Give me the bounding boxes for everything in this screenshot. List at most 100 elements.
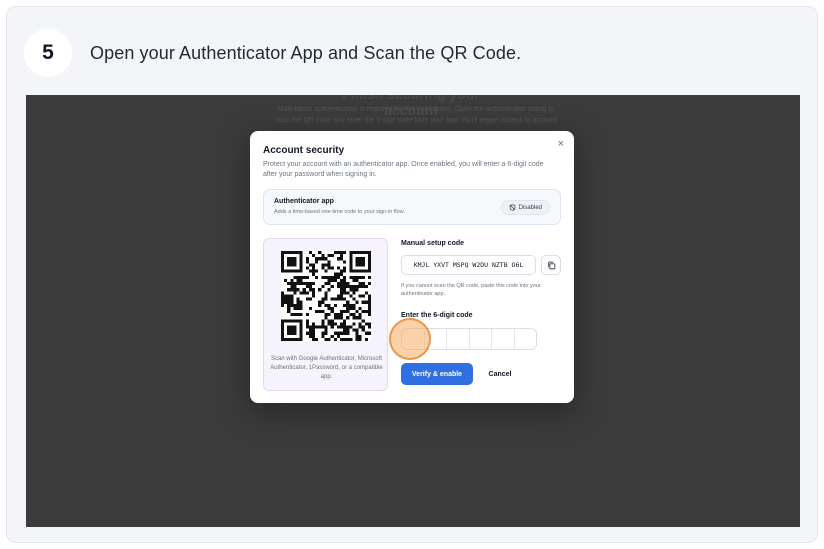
qr-module [281,269,285,273]
cancel-button[interactable]: Cancel [480,363,520,385]
qr-module [355,260,359,264]
qr-module [321,285,325,289]
qr-module [281,331,285,335]
qr-module [349,288,353,292]
dialog-description: Protect your account with an authenticat… [263,161,544,178]
qr-module [358,337,362,341]
qr-module [315,309,319,314]
qr-module [352,285,356,289]
qr-module [367,322,371,326]
qr-module [355,309,359,314]
qr-module [336,294,340,298]
code-digit-input[interactable] [424,329,447,349]
qr-module [343,337,347,341]
verify-enable-button[interactable]: Verify & enable [401,363,473,385]
qr-module [299,263,303,267]
qr-module [305,313,309,317]
qr-module [327,319,331,323]
qr-module [305,297,309,301]
qr-module [346,309,350,314]
qr-module [315,337,319,341]
qr-module [352,313,356,317]
copy-code-button[interactable] [541,255,561,275]
qr-module [330,297,334,301]
qr-module [343,309,347,314]
code-digit-input[interactable] [492,329,515,349]
code-digit-input[interactable] [469,329,492,349]
qr-module [287,282,291,286]
qr-module [364,269,368,273]
qr-module [367,297,371,301]
qr-module [305,266,309,270]
qr-module [281,291,285,295]
authenticator-subtitle: Adds a time-based one-time code to your … [274,209,405,215]
qr-module [349,257,353,261]
code-digit-input[interactable] [514,329,536,349]
qr-module [312,325,316,329]
qr-module [290,294,294,298]
qr-module [299,306,303,310]
qr-module [287,297,291,301]
qr-module [287,288,291,292]
qr-module [293,319,297,323]
qr-module [290,319,294,323]
qr-module [312,328,316,332]
manual-setup-code[interactable]: KMJL YXVT MSPQ W2DU NZTB O6L [401,255,536,275]
qr-module [290,260,294,264]
qr-module [336,297,340,301]
qr-module [290,325,294,329]
qr-module [339,294,344,298]
qr-module [336,334,340,338]
qr-module [308,328,313,332]
qr-module [305,275,309,279]
qr-module [349,260,353,264]
qr-module [346,285,350,289]
qr-module [281,297,285,301]
step-number-badge: 5 [24,29,72,77]
close-icon[interactable]: × [558,138,564,150]
status-badge-label: Disabled [518,204,542,211]
qr-module [330,285,334,289]
qr-module [281,260,285,264]
qr-module [290,278,294,283]
code-digit-input[interactable] [402,329,425,349]
qr-module [296,251,300,255]
qr-module [308,282,313,286]
qr-module [355,285,359,289]
qr-module [355,337,359,341]
qr-module [349,325,353,329]
qr-module [321,266,325,270]
qr-module [346,303,350,307]
qr-module [290,257,294,261]
qr-module [327,337,331,341]
qr-module [324,282,328,286]
qr-module [330,322,334,326]
qr-module [324,275,328,279]
qr-module [324,337,328,341]
qr-module [287,319,291,323]
qr-module [333,275,337,279]
qr-module [299,282,303,286]
qr-module [305,325,309,329]
qr-module [358,294,362,298]
qr-module [355,251,359,255]
qr-module [336,251,340,255]
qr-module [336,316,340,320]
qr-module [333,303,337,307]
qr-module [346,306,350,310]
qr-module [355,316,359,320]
qr-module [327,275,331,279]
qr-module [296,319,300,323]
qr-module [324,331,328,335]
qr-module [367,282,371,286]
qr-module [361,328,365,332]
qr-module [358,313,362,317]
qr-module [327,278,331,283]
qr-code-image [281,251,371,341]
qr-module [296,282,300,286]
qr-module [361,285,365,289]
qr-module [352,278,356,283]
qr-module [284,337,288,341]
qr-module [333,322,337,326]
code-digit-input[interactable] [447,329,470,349]
